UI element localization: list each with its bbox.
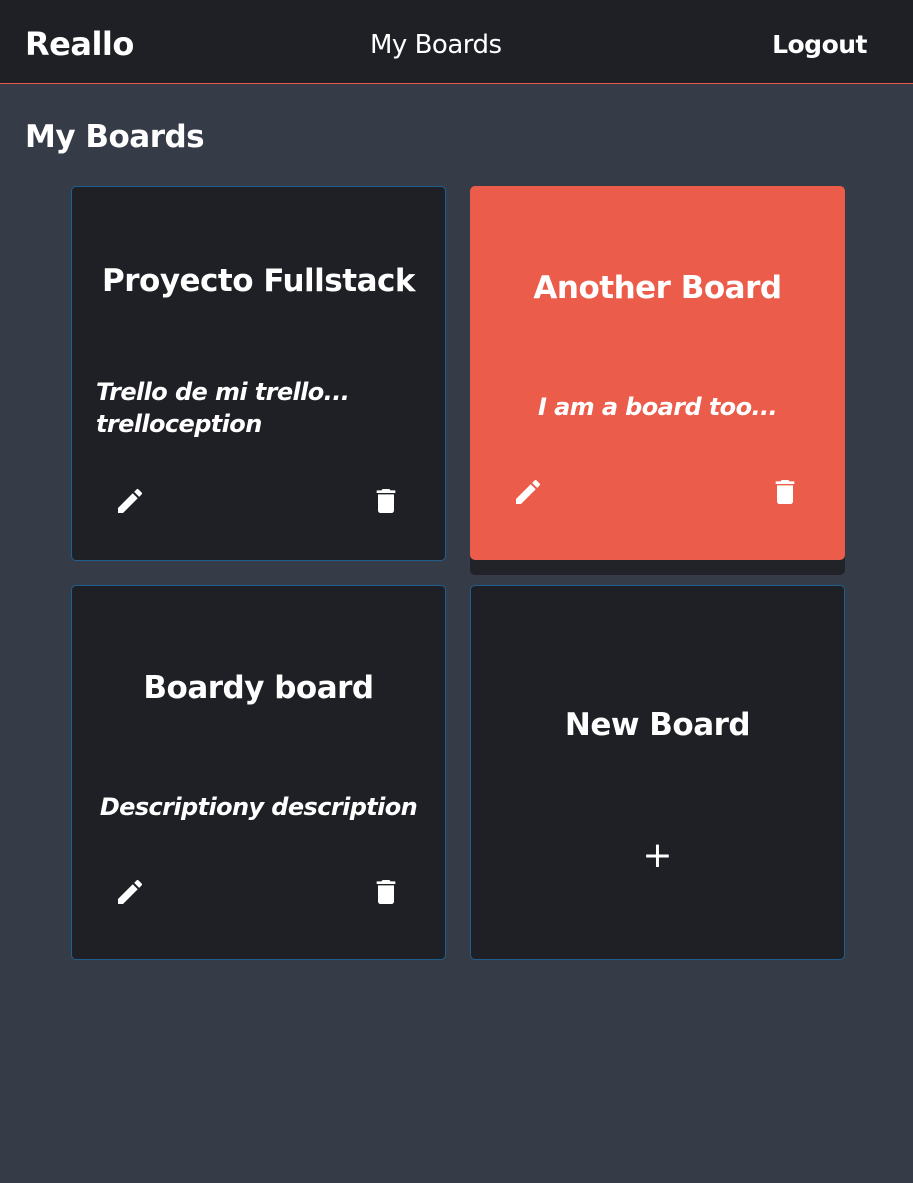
board-title: Boardy board bbox=[143, 670, 374, 706]
edit-board-button[interactable] bbox=[508, 472, 548, 512]
trash-icon bbox=[376, 880, 396, 904]
board-card[interactable]: Boardy board Descriptiony description bbox=[71, 585, 446, 960]
board-description: I am a board too... bbox=[537, 393, 778, 421]
board-card-active[interactable]: Another Board I am a board too... bbox=[470, 186, 845, 560]
delete-board-button[interactable] bbox=[366, 872, 406, 912]
board-description: Descriptiony description bbox=[99, 793, 418, 821]
new-board-title: New Board bbox=[564, 707, 751, 743]
edit-board-button[interactable] bbox=[110, 481, 150, 521]
navbar: Reallo My Boards Logout bbox=[0, 0, 913, 84]
plus-icon[interactable]: + bbox=[471, 838, 844, 874]
board-card[interactable]: Proyecto Fullstack Trello de mi trello..… bbox=[71, 186, 446, 561]
delete-board-button[interactable] bbox=[366, 481, 406, 521]
trash-icon bbox=[775, 480, 795, 504]
pencil-icon bbox=[118, 879, 143, 904]
page-title: My Boards bbox=[25, 119, 205, 155]
brand-logo[interactable]: Reallo bbox=[25, 24, 134, 64]
delete-board-button[interactable] bbox=[765, 472, 805, 512]
pencil-icon bbox=[516, 479, 541, 504]
edit-board-button[interactable] bbox=[110, 872, 150, 912]
board-description: Trello de mi trello... trelloception bbox=[96, 378, 350, 438]
trash-icon bbox=[376, 489, 396, 513]
new-board-card[interactable]: New Board + bbox=[470, 585, 845, 960]
board-title: Another Board bbox=[533, 270, 782, 306]
nav-link-my-boards[interactable]: My Boards bbox=[370, 28, 502, 62]
pencil-icon bbox=[118, 488, 143, 513]
board-title: Proyecto Fullstack bbox=[102, 263, 415, 299]
logout-button[interactable]: Logout bbox=[772, 28, 867, 62]
